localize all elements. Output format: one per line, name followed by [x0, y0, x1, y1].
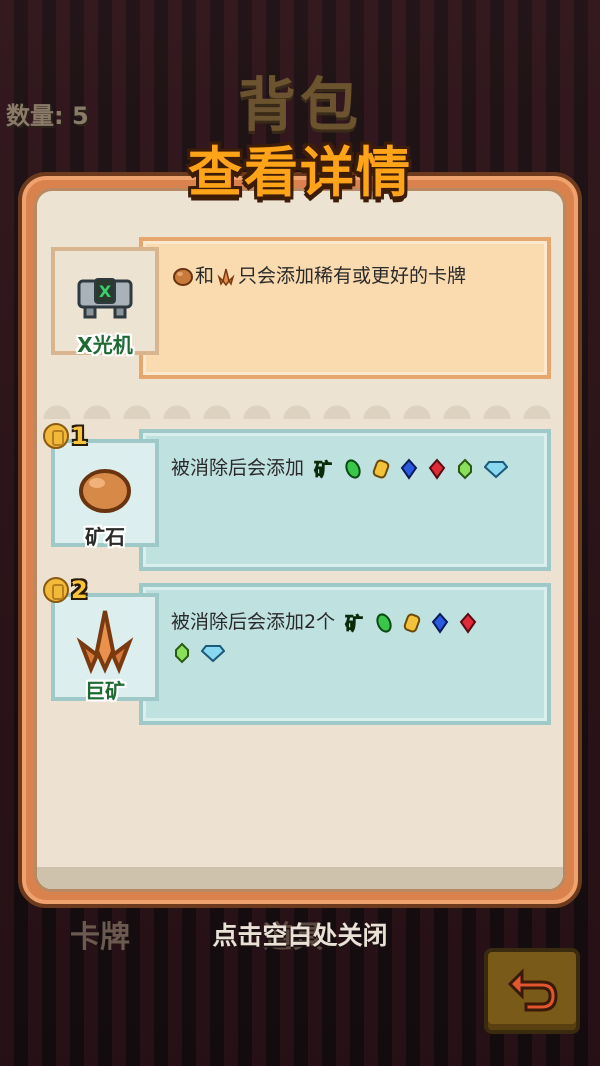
green-gem-icon — [345, 458, 361, 479]
card-description: 被消除后会添加2个 — [171, 611, 336, 633]
result-icons: 矿 — [310, 457, 510, 480]
blue-gem-icon — [432, 611, 449, 634]
mine-icon: 矿 — [345, 612, 364, 634]
card-description-box: 被消除后会添加2个 矿 — [139, 583, 551, 725]
cost-value: 1 — [71, 422, 88, 450]
close-hint[interactable]: 点击空白处关闭 — [0, 916, 600, 952]
detail-modal: 和 只会添加稀有或更好的卡牌 X X光机 被消除后会添加 矿 矿石 1 被消除后… — [18, 172, 582, 908]
svg-text:矿: 矿 — [345, 613, 363, 634]
card-xray-machine[interactable]: 和 只会添加稀有或更好的卡牌 X X光机 — [51, 237, 551, 397]
xray-machine-icon: X — [77, 278, 133, 319]
giant-ore-icon — [76, 610, 134, 675]
card-cost: 1 — [43, 421, 88, 451]
red-gem-icon — [428, 457, 446, 480]
card-giant-ore[interactable]: 被消除后会添加2个 矿 巨矿 2 — [43, 576, 551, 731]
light-green-gem-icon — [458, 458, 473, 479]
count-label: 数量: — [6, 102, 64, 130]
card-name: 巨矿 — [85, 679, 125, 703]
count-value: 5 — [71, 102, 89, 130]
return-button[interactable] — [484, 948, 580, 1034]
light-green-gem-icon — [175, 642, 189, 663]
card-cost: 2 — [43, 575, 88, 605]
coin-icon — [43, 423, 69, 449]
gold-gem-icon — [403, 613, 421, 632]
card-description-box: 被消除后会添加 矿 — [139, 429, 551, 571]
panel-divider — [37, 401, 563, 419]
diamond-icon — [201, 644, 226, 662]
ore-icon — [79, 469, 131, 513]
ore-icon — [173, 267, 193, 286]
modal-panel: 和 只会添加稀有或更好的卡牌 X X光机 被消除后会添加 矿 矿石 1 被消除后… — [34, 188, 566, 892]
giant-ore-icon — [217, 268, 235, 286]
card-description: 被消除后会添加 — [171, 457, 305, 479]
card-name: 矿石 — [85, 525, 125, 549]
card-name: X光机 — [77, 333, 133, 357]
green-gem-icon — [376, 612, 392, 633]
red-gem-icon — [460, 611, 477, 634]
svg-text:X: X — [99, 282, 112, 301]
card-ore[interactable]: 被消除后会添加 矿 矿石 1 — [43, 422, 551, 577]
mine-icon: 矿 — [314, 458, 333, 480]
card-description-box: 和 只会添加稀有或更好的卡牌 — [139, 237, 551, 379]
cost-value: 2 — [71, 576, 88, 604]
return-arrow-icon — [507, 968, 558, 1012]
blue-gem-icon — [400, 457, 418, 480]
svg-text:矿: 矿 — [314, 459, 332, 480]
gold-gem-icon — [372, 459, 390, 478]
coin-icon — [43, 577, 69, 603]
diamond-icon — [484, 460, 509, 478]
background-count: 数量: 5 — [6, 96, 89, 131]
card-description: 只会添加稀有或更好的卡牌 — [238, 265, 467, 287]
description-prefix: 和 — [195, 265, 215, 287]
modal-title: 查看详情 — [188, 141, 412, 204]
